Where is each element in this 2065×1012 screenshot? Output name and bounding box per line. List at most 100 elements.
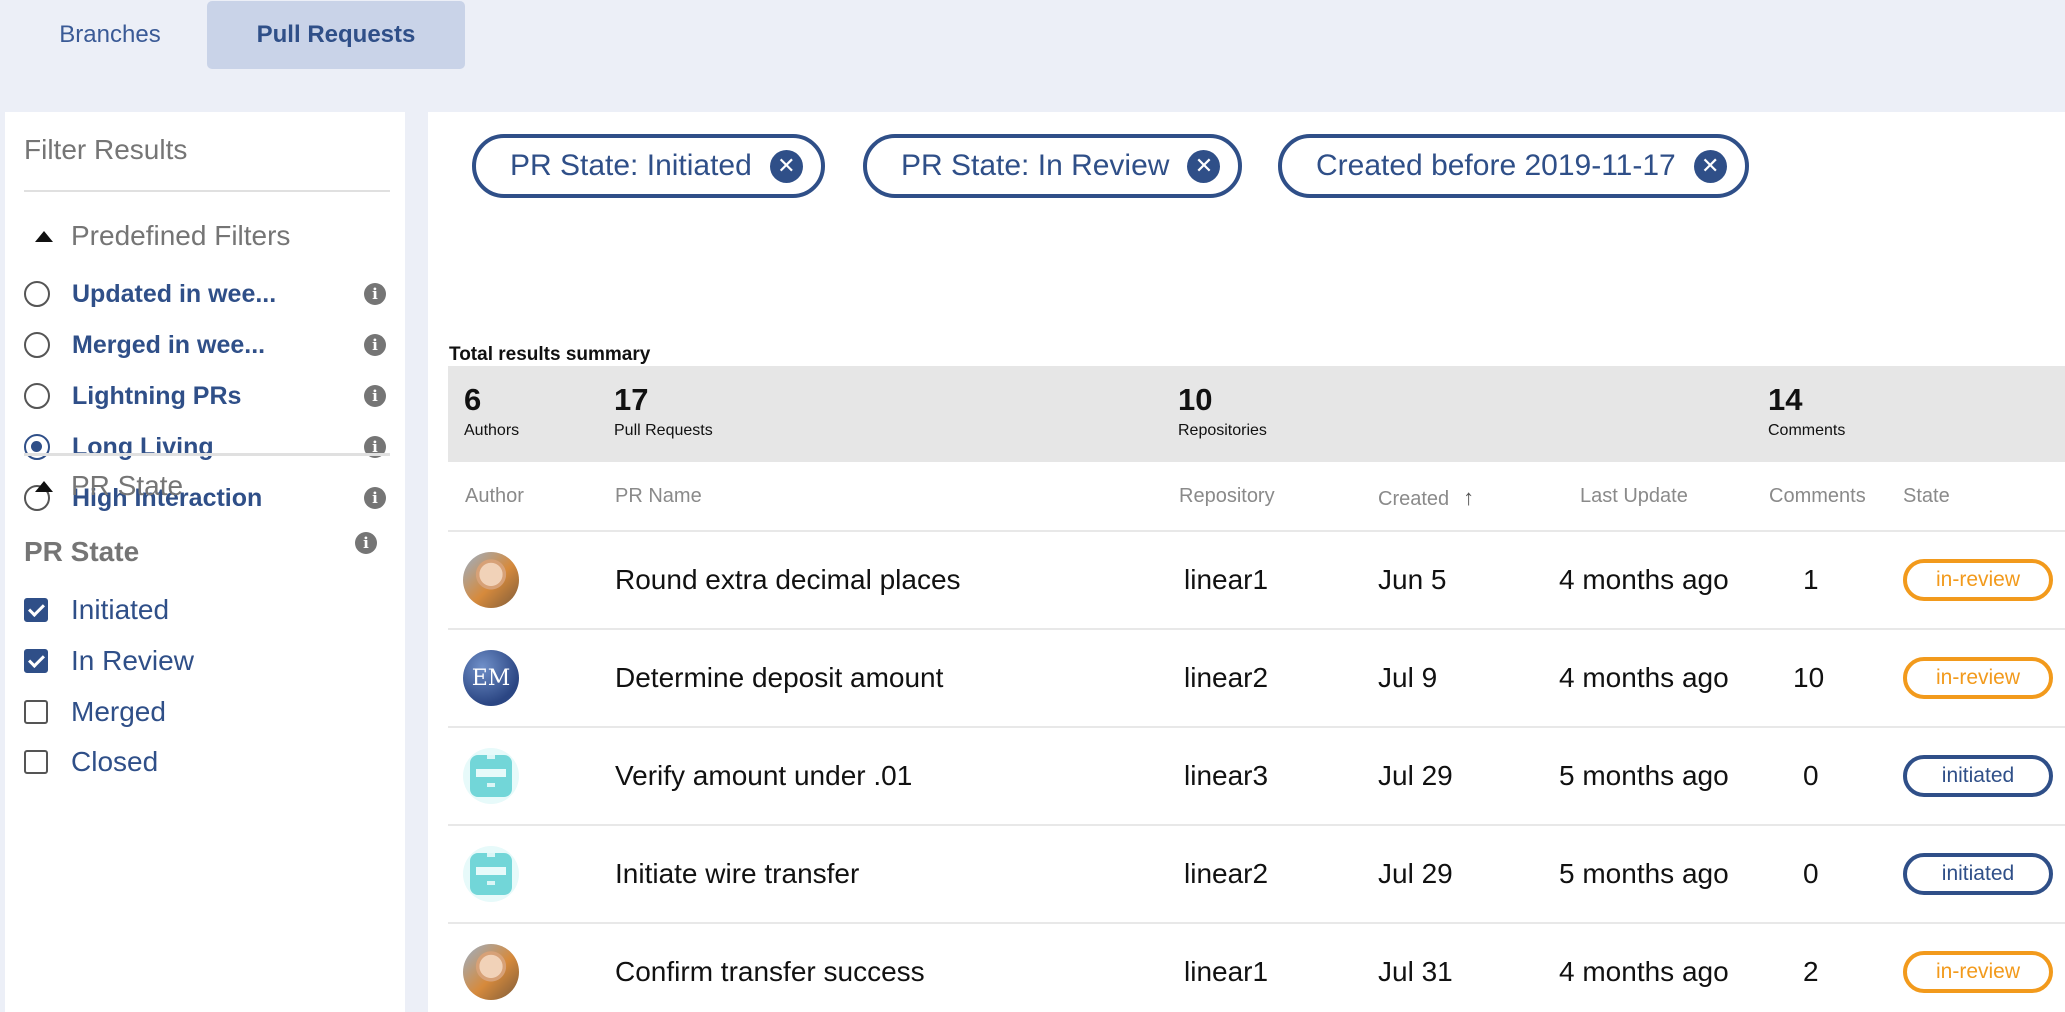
info-icon[interactable]: i — [364, 385, 386, 407]
info-icon[interactable]: i — [364, 334, 386, 356]
state-checkbox-in-review[interactable]: In Review — [24, 645, 194, 677]
tab-pull-requests[interactable]: Pull Requests — [207, 1, 465, 69]
last-update: 4 months ago — [1559, 662, 1729, 693]
bot-avatar-icon — [470, 755, 512, 797]
top-tab-bar: Branches Pull Requests — [0, 0, 2065, 112]
checkbox-checked[interactable] — [24, 649, 48, 673]
pr-name[interactable]: Confirm transfer success — [615, 924, 925, 1012]
column-header-last-update[interactable]: Last Update — [1580, 485, 1688, 508]
close-icon[interactable]: ✕ — [1693, 149, 1727, 183]
column-header-pr-name[interactable]: PR Name — [615, 485, 702, 508]
column-header-state[interactable]: State — [1903, 485, 1950, 508]
state-label: Initiated — [71, 594, 170, 625]
avatar[interactable] — [463, 846, 519, 902]
state-badge: in-review — [1903, 657, 2053, 699]
predefined-filter-label: Merged in wee... — [72, 330, 266, 359]
comments-count: 10 — [1793, 662, 1825, 693]
stat-label: Authors — [464, 422, 520, 439]
stat-label: Comments — [1768, 422, 1846, 439]
last-update: 4 months ago — [1559, 956, 1729, 987]
stat-repositories: 10 Repositories — [1178, 382, 1267, 440]
sort-ascending-icon[interactable]: ↑ — [1463, 485, 1474, 511]
state-badge: initiated — [1903, 755, 2053, 797]
chip-label: PR State: Initiated — [510, 149, 752, 182]
chip-label: Created before 2019-11-17 — [1316, 149, 1676, 182]
comments-count: 2 — [1803, 956, 1819, 987]
predefined-filter-lightning[interactable]: Lightning PRs i — [24, 371, 390, 421]
column-header-author[interactable]: Author — [465, 485, 524, 508]
comments-count: 0 — [1803, 858, 1819, 889]
radio-button[interactable] — [24, 383, 50, 409]
state-checkbox-merged[interactable]: Merged — [24, 696, 166, 728]
filter-chip-in-review: PR State: In Review ✕ — [863, 134, 1243, 198]
predefined-filter-updated[interactable]: Updated in wee... i — [24, 269, 390, 319]
comments-count: 0 — [1803, 760, 1819, 791]
predefined-filter-long-living[interactable]: Long Living i — [24, 422, 390, 472]
close-icon[interactable]: ✕ — [769, 149, 803, 183]
filter-chip-created-before: Created before 2019-11-17 ✕ — [1278, 134, 1749, 198]
pr-name[interactable]: Round extra decimal places — [615, 532, 961, 628]
stat-value: 17 — [614, 382, 649, 417]
state-checkbox-closed[interactable]: Closed — [24, 746, 158, 778]
created-date: Jul 9 — [1378, 662, 1438, 693]
radio-button[interactable] — [24, 332, 50, 358]
pr-name[interactable]: Determine deposit amount — [615, 630, 943, 726]
predefined-filter-label: Long Living — [72, 432, 214, 461]
predefined-filters-section-toggle[interactable]: Predefined Filters — [35, 220, 290, 252]
created-header-label: Created — [1378, 488, 1450, 510]
pr-name[interactable]: Initiate wire transfer — [615, 826, 859, 922]
stat-label: Repositories — [1178, 422, 1267, 439]
summary-title: Total results summary — [449, 344, 651, 365]
summary-bar: 6 Authors 17 Pull Requests 10 Repositori… — [448, 366, 2065, 462]
checkbox[interactable] — [24, 700, 48, 724]
collapse-triangle-icon — [35, 230, 53, 242]
avatar[interactable]: EM — [463, 650, 519, 706]
avatar[interactable] — [463, 552, 519, 608]
last-update: 4 months ago — [1559, 564, 1729, 595]
column-header-comments[interactable]: Comments — [1769, 485, 1866, 508]
stat-label: Pull Requests — [614, 422, 713, 439]
state-badge: initiated — [1903, 853, 2053, 895]
pr-state-title: PR State — [24, 536, 140, 567]
repository: linear2 — [1184, 662, 1269, 693]
close-icon[interactable]: ✕ — [1187, 149, 1221, 183]
comments-count: 1 — [1803, 564, 1819, 595]
created-date: Jul 29 — [1378, 760, 1453, 791]
column-header-repository[interactable]: Repository — [1179, 485, 1275, 508]
predefined-filters-label: Predefined Filters — [71, 220, 291, 251]
state-checkbox-initiated[interactable]: Initiated — [24, 594, 169, 626]
info-icon[interactable]: i — [364, 487, 386, 509]
repository: linear2 — [1184, 858, 1269, 889]
tab-branches[interactable]: Branches — [20, 1, 200, 69]
repository: linear3 — [1184, 760, 1269, 791]
avatar[interactable] — [463, 748, 519, 804]
collapse-triangle-icon — [35, 480, 53, 492]
avatar[interactable] — [463, 944, 519, 1000]
results-area: PR State: Initiated ✕ PR State: In Revie… — [428, 112, 2065, 1012]
state-label: In Review — [71, 645, 194, 676]
info-icon[interactable]: i — [355, 532, 377, 554]
table-row[interactable]: Initiate wire transfer linear2 Jul 29 5 … — [448, 826, 2065, 922]
stat-authors: 6 Authors — [464, 382, 519, 440]
created-date: Jun 5 — [1378, 564, 1447, 595]
stat-value: 14 — [1768, 382, 1803, 417]
checkbox-checked[interactable] — [24, 598, 48, 622]
table-row[interactable]: Round extra decimal places linear1 Jun 5… — [448, 532, 2065, 628]
stat-comments: 14 Comments — [1768, 382, 1845, 440]
radio-button[interactable] — [24, 281, 50, 307]
table-row[interactable]: EM Determine deposit amount linear2 Jul … — [448, 630, 2065, 726]
pr-state-section-toggle[interactable]: PR State — [35, 470, 183, 502]
column-header-created[interactable]: Created ↑ — [1378, 485, 1474, 511]
predefined-filter-merged[interactable]: Merged in wee... i — [24, 320, 390, 370]
info-icon[interactable]: i — [364, 283, 386, 305]
repository: linear1 — [1184, 564, 1269, 595]
table-row[interactable]: Verify amount under .01 linear3 Jul 29 5… — [448, 728, 2065, 824]
checkbox[interactable] — [24, 750, 48, 774]
bot-avatar-icon — [470, 853, 512, 895]
last-update: 5 months ago — [1559, 760, 1729, 791]
pr-name[interactable]: Verify amount under .01 — [615, 728, 912, 824]
predefined-filter-label: Lightning PRs — [72, 381, 242, 410]
table-row[interactable]: Confirm transfer success linear1 Jul 31 … — [448, 924, 2065, 1012]
stat-value: 10 — [1178, 382, 1213, 417]
radio-button-selected[interactable] — [24, 434, 50, 460]
